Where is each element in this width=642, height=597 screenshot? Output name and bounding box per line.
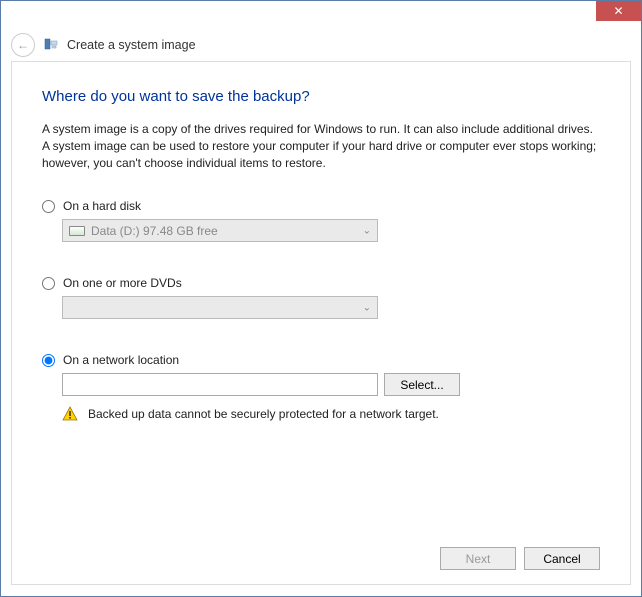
network-path-input[interactable]: [62, 373, 378, 396]
option-network-label: On a network location: [63, 353, 179, 367]
header-title: Create a system image: [67, 38, 196, 52]
option-dvds-label: On one or more DVDs: [63, 276, 182, 290]
chevron-down-icon: ⌄: [363, 225, 371, 236]
radio-hard-disk[interactable]: [42, 200, 55, 213]
cancel-button[interactable]: Cancel: [524, 547, 600, 570]
radio-network[interactable]: [42, 354, 55, 367]
close-button[interactable]: ✕: [596, 1, 641, 21]
option-hard-disk-group: On a hard disk Data (D:) 97.48 GB free ⌄: [42, 199, 600, 242]
next-button[interactable]: Next: [440, 547, 516, 570]
titlebar: ✕: [1, 1, 641, 29]
network-warning-row: Backed up data cannot be securely protec…: [62, 406, 600, 422]
warning-icon: [62, 406, 78, 422]
system-image-icon: [43, 37, 59, 53]
select-network-button[interactable]: Select...: [384, 373, 460, 396]
drive-icon: [69, 226, 85, 236]
option-dvds[interactable]: On one or more DVDs: [42, 276, 600, 290]
page-description: A system image is a copy of the drives r…: [42, 121, 600, 171]
back-button[interactable]: ←: [11, 33, 35, 57]
wizard-header: ← Create a system image: [1, 29, 641, 61]
wizard-footer: Next Cancel: [440, 547, 600, 570]
hard-disk-dropdown[interactable]: Data (D:) 97.48 GB free ⌄: [62, 219, 378, 242]
option-network[interactable]: On a network location: [42, 353, 600, 367]
option-hard-disk[interactable]: On a hard disk: [42, 199, 600, 213]
chevron-down-icon: ⌄: [363, 302, 371, 313]
wizard-content: Where do you want to save the backup? A …: [11, 61, 631, 585]
option-hard-disk-label: On a hard disk: [63, 199, 141, 213]
network-warning-text: Backed up data cannot be securely protec…: [88, 407, 439, 421]
network-input-row: Select...: [62, 373, 600, 396]
option-network-group: On a network location Select... Backed u…: [42, 353, 600, 422]
close-icon: ✕: [613, 4, 623, 18]
back-arrow-icon: ←: [17, 38, 29, 52]
radio-dvds[interactable]: [42, 277, 55, 290]
dvds-dropdown[interactable]: ⌄: [62, 296, 378, 319]
option-dvds-group: On one or more DVDs ⌄: [42, 276, 600, 319]
page-heading: Where do you want to save the backup?: [42, 88, 600, 105]
hard-disk-selected-value: Data (D:) 97.48 GB free: [91, 224, 218, 238]
